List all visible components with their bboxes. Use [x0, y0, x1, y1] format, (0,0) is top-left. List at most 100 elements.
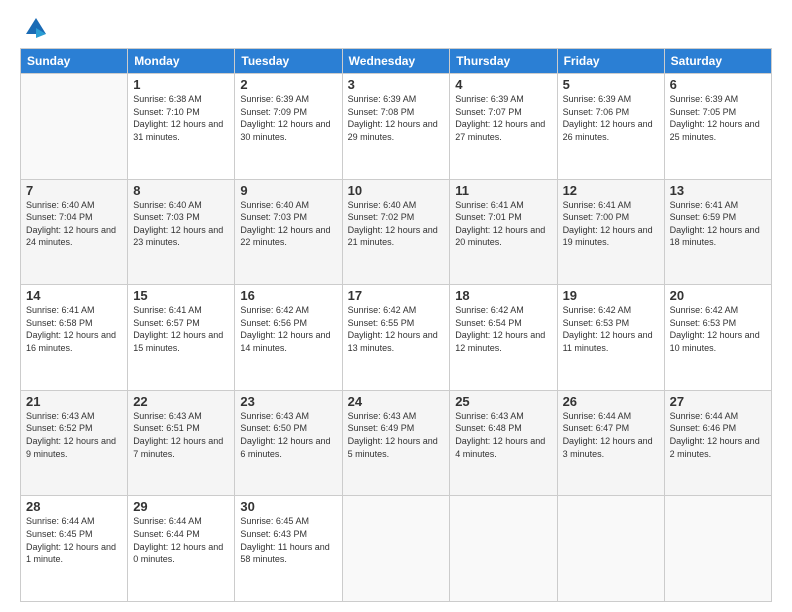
calendar-header-monday: Monday [128, 49, 235, 74]
table-row: 19Sunrise: 6:42 AMSunset: 6:53 PMDayligh… [557, 285, 664, 391]
table-row: 14Sunrise: 6:41 AMSunset: 6:58 PMDayligh… [21, 285, 128, 391]
calendar-header-row: SundayMondayTuesdayWednesdayThursdayFrid… [21, 49, 772, 74]
table-row [21, 74, 128, 180]
calendar: SundayMondayTuesdayWednesdayThursdayFrid… [20, 48, 772, 602]
table-row: 18Sunrise: 6:42 AMSunset: 6:54 PMDayligh… [450, 285, 557, 391]
table-row: 12Sunrise: 6:41 AMSunset: 7:00 PMDayligh… [557, 179, 664, 285]
day-number: 2 [240, 77, 336, 92]
day-number: 13 [670, 183, 766, 198]
day-info: Sunrise: 6:41 AMSunset: 7:00 PMDaylight:… [563, 199, 659, 249]
day-number: 14 [26, 288, 122, 303]
day-number: 11 [455, 183, 551, 198]
day-number: 29 [133, 499, 229, 514]
day-number: 28 [26, 499, 122, 514]
table-row: 25Sunrise: 6:43 AMSunset: 6:48 PMDayligh… [450, 390, 557, 496]
calendar-header-thursday: Thursday [450, 49, 557, 74]
day-number: 5 [563, 77, 659, 92]
day-info: Sunrise: 6:38 AMSunset: 7:10 PMDaylight:… [133, 93, 229, 143]
day-info: Sunrise: 6:40 AMSunset: 7:03 PMDaylight:… [133, 199, 229, 249]
calendar-header-tuesday: Tuesday [235, 49, 342, 74]
table-row: 29Sunrise: 6:44 AMSunset: 6:44 PMDayligh… [128, 496, 235, 602]
day-info: Sunrise: 6:43 AMSunset: 6:51 PMDaylight:… [133, 410, 229, 460]
day-info: Sunrise: 6:40 AMSunset: 7:02 PMDaylight:… [348, 199, 445, 249]
calendar-header-sunday: Sunday [21, 49, 128, 74]
day-number: 12 [563, 183, 659, 198]
day-number: 27 [670, 394, 766, 409]
day-info: Sunrise: 6:44 AMSunset: 6:44 PMDaylight:… [133, 515, 229, 565]
day-info: Sunrise: 6:41 AMSunset: 6:59 PMDaylight:… [670, 199, 766, 249]
table-row: 28Sunrise: 6:44 AMSunset: 6:45 PMDayligh… [21, 496, 128, 602]
day-number: 30 [240, 499, 336, 514]
day-number: 20 [670, 288, 766, 303]
day-info: Sunrise: 6:42 AMSunset: 6:54 PMDaylight:… [455, 304, 551, 354]
table-row: 30Sunrise: 6:45 AMSunset: 6:43 PMDayligh… [235, 496, 342, 602]
day-info: Sunrise: 6:40 AMSunset: 7:04 PMDaylight:… [26, 199, 122, 249]
day-number: 1 [133, 77, 229, 92]
day-info: Sunrise: 6:42 AMSunset: 6:56 PMDaylight:… [240, 304, 336, 354]
table-row: 13Sunrise: 6:41 AMSunset: 6:59 PMDayligh… [664, 179, 771, 285]
day-number: 16 [240, 288, 336, 303]
day-info: Sunrise: 6:43 AMSunset: 6:49 PMDaylight:… [348, 410, 445, 460]
day-info: Sunrise: 6:39 AMSunset: 7:06 PMDaylight:… [563, 93, 659, 143]
day-info: Sunrise: 6:44 AMSunset: 6:47 PMDaylight:… [563, 410, 659, 460]
day-info: Sunrise: 6:39 AMSunset: 7:07 PMDaylight:… [455, 93, 551, 143]
day-number: 4 [455, 77, 551, 92]
day-number: 18 [455, 288, 551, 303]
day-info: Sunrise: 6:42 AMSunset: 6:53 PMDaylight:… [670, 304, 766, 354]
day-number: 23 [240, 394, 336, 409]
table-row: 5Sunrise: 6:39 AMSunset: 7:06 PMDaylight… [557, 74, 664, 180]
day-number: 22 [133, 394, 229, 409]
day-info: Sunrise: 6:41 AMSunset: 6:58 PMDaylight:… [26, 304, 122, 354]
table-row: 26Sunrise: 6:44 AMSunset: 6:47 PMDayligh… [557, 390, 664, 496]
table-row: 10Sunrise: 6:40 AMSunset: 7:02 PMDayligh… [342, 179, 450, 285]
calendar-week-row: 7Sunrise: 6:40 AMSunset: 7:04 PMDaylight… [21, 179, 772, 285]
table-row: 27Sunrise: 6:44 AMSunset: 6:46 PMDayligh… [664, 390, 771, 496]
table-row: 22Sunrise: 6:43 AMSunset: 6:51 PMDayligh… [128, 390, 235, 496]
calendar-header-friday: Friday [557, 49, 664, 74]
calendar-week-row: 14Sunrise: 6:41 AMSunset: 6:58 PMDayligh… [21, 285, 772, 391]
header [20, 18, 772, 42]
calendar-week-row: 28Sunrise: 6:44 AMSunset: 6:45 PMDayligh… [21, 496, 772, 602]
day-number: 21 [26, 394, 122, 409]
day-info: Sunrise: 6:43 AMSunset: 6:50 PMDaylight:… [240, 410, 336, 460]
table-row: 3Sunrise: 6:39 AMSunset: 7:08 PMDaylight… [342, 74, 450, 180]
day-number: 17 [348, 288, 445, 303]
day-info: Sunrise: 6:45 AMSunset: 6:43 PMDaylight:… [240, 515, 336, 565]
calendar-week-row: 21Sunrise: 6:43 AMSunset: 6:52 PMDayligh… [21, 390, 772, 496]
day-info: Sunrise: 6:44 AMSunset: 6:45 PMDaylight:… [26, 515, 122, 565]
table-row [342, 496, 450, 602]
day-number: 3 [348, 77, 445, 92]
day-number: 19 [563, 288, 659, 303]
day-number: 10 [348, 183, 445, 198]
logo-icon [22, 14, 50, 42]
table-row: 1Sunrise: 6:38 AMSunset: 7:10 PMDaylight… [128, 74, 235, 180]
day-info: Sunrise: 6:39 AMSunset: 7:05 PMDaylight:… [670, 93, 766, 143]
day-number: 24 [348, 394, 445, 409]
table-row: 17Sunrise: 6:42 AMSunset: 6:55 PMDayligh… [342, 285, 450, 391]
table-row [557, 496, 664, 602]
table-row: 4Sunrise: 6:39 AMSunset: 7:07 PMDaylight… [450, 74, 557, 180]
day-number: 6 [670, 77, 766, 92]
table-row: 8Sunrise: 6:40 AMSunset: 7:03 PMDaylight… [128, 179, 235, 285]
calendar-header-wednesday: Wednesday [342, 49, 450, 74]
day-info: Sunrise: 6:41 AMSunset: 6:57 PMDaylight:… [133, 304, 229, 354]
table-row: 11Sunrise: 6:41 AMSunset: 7:01 PMDayligh… [450, 179, 557, 285]
day-number: 25 [455, 394, 551, 409]
day-number: 15 [133, 288, 229, 303]
table-row: 9Sunrise: 6:40 AMSunset: 7:03 PMDaylight… [235, 179, 342, 285]
table-row: 2Sunrise: 6:39 AMSunset: 7:09 PMDaylight… [235, 74, 342, 180]
day-number: 7 [26, 183, 122, 198]
table-row [450, 496, 557, 602]
day-info: Sunrise: 6:43 AMSunset: 6:48 PMDaylight:… [455, 410, 551, 460]
table-row: 20Sunrise: 6:42 AMSunset: 6:53 PMDayligh… [664, 285, 771, 391]
table-row: 16Sunrise: 6:42 AMSunset: 6:56 PMDayligh… [235, 285, 342, 391]
day-info: Sunrise: 6:44 AMSunset: 6:46 PMDaylight:… [670, 410, 766, 460]
day-info: Sunrise: 6:42 AMSunset: 6:55 PMDaylight:… [348, 304, 445, 354]
calendar-header-saturday: Saturday [664, 49, 771, 74]
day-info: Sunrise: 6:39 AMSunset: 7:08 PMDaylight:… [348, 93, 445, 143]
day-info: Sunrise: 6:43 AMSunset: 6:52 PMDaylight:… [26, 410, 122, 460]
day-info: Sunrise: 6:41 AMSunset: 7:01 PMDaylight:… [455, 199, 551, 249]
table-row [664, 496, 771, 602]
day-number: 26 [563, 394, 659, 409]
calendar-week-row: 1Sunrise: 6:38 AMSunset: 7:10 PMDaylight… [21, 74, 772, 180]
